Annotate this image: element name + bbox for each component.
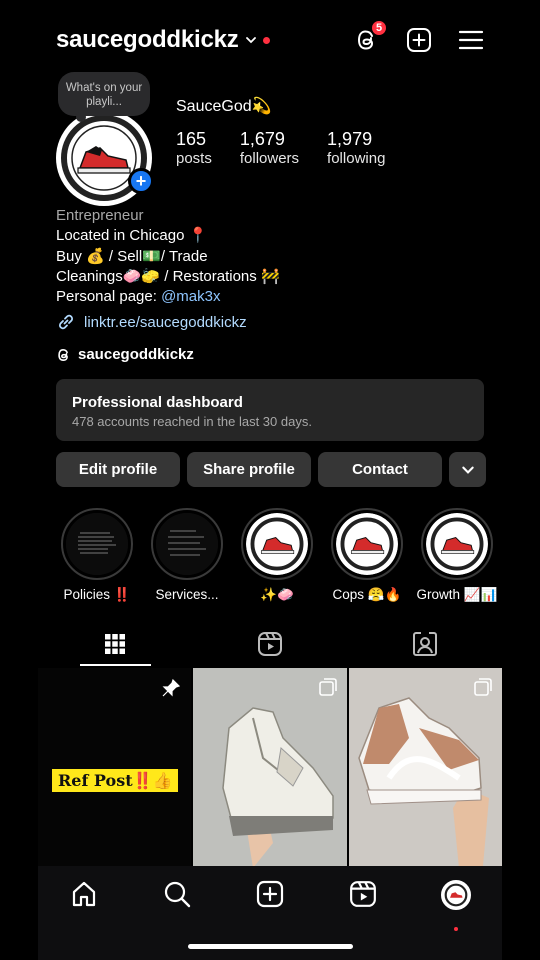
highlight-ring	[61, 508, 133, 580]
profile-avatar	[440, 880, 471, 910]
tab-posts-grid[interactable]	[38, 622, 193, 666]
stat-label: followers	[239, 150, 300, 167]
category-label: Entrepreneur	[56, 207, 144, 224]
highlight-label: Growth 📈📊	[416, 587, 498, 602]
highlight-ring	[331, 508, 403, 580]
dashboard-subtitle: 478 accounts reached in the last 30 days…	[72, 414, 312, 429]
posts-stat[interactable]: 165 posts	[176, 128, 212, 168]
following-stat[interactable]: 1,979 following	[327, 128, 385, 168]
sneaker-photo-grey	[193, 668, 347, 866]
highlight-cover-logo	[246, 513, 308, 575]
highlight-item[interactable]: Growth 📈📊	[412, 508, 502, 603]
stat-value: 1,979	[327, 129, 373, 149]
highlight-cover-dark-text	[66, 513, 128, 575]
highlight-ring	[421, 508, 493, 580]
stat-label: following	[327, 150, 386, 167]
ref-post-label: Ref Post‼️👍	[52, 769, 179, 792]
bio-line: Located in Chicago 📍	[56, 227, 208, 245]
bio-link-text[interactable]: linktr.ee/saucegoddkickz	[84, 314, 247, 331]
threads-profile-link[interactable]: saucegoddkickz	[56, 346, 194, 363]
bio: Entrepreneur Located in Chicago 📍 Buy 💰 …	[56, 206, 280, 307]
highlight-item[interactable]: Policies ‼️	[52, 508, 142, 603]
personal-mention-link[interactable]: @mak3x	[161, 288, 220, 305]
instagram-profile-screen: saucegoddkickz 5 + What's on your playli…	[38, 0, 502, 960]
posts-grid: Ref Post‼️👍	[38, 668, 502, 866]
threads-notification-badge: 5	[370, 19, 388, 37]
bio-line: Cleanings🧼🧽 / Restorations 🚧	[56, 267, 280, 285]
dashboard-title: Professional dashboard	[72, 394, 243, 411]
tagged-icon	[412, 632, 437, 656]
threads-button[interactable]: 5	[352, 19, 388, 55]
profile-avatar-wrap[interactable]: +	[56, 110, 154, 206]
nav-profile[interactable]	[409, 880, 502, 960]
add-story-button[interactable]: +	[128, 168, 154, 194]
menu-icon	[458, 30, 484, 50]
menu-button[interactable]	[456, 25, 486, 55]
edit-profile-button[interactable]: Edit profile	[56, 452, 180, 487]
highlight-cover-logo	[336, 513, 398, 575]
post-thumbnail[interactable]	[193, 668, 347, 866]
tab-reels[interactable]	[193, 622, 348, 666]
stat-value: 165	[176, 129, 207, 149]
highlight-item[interactable]: Cops 😤🔥	[322, 508, 412, 603]
nav-home[interactable]	[38, 880, 131, 960]
profile-tabs	[38, 622, 502, 666]
carousel-icon	[474, 678, 492, 696]
unread-dot	[262, 36, 270, 44]
post-thumbnail[interactable]: Ref Post‼️👍	[38, 668, 192, 866]
highlight-item[interactable]: Services...	[142, 508, 232, 603]
note-bubble[interactable]: What's on your playli...	[58, 72, 150, 122]
chevron-down-icon[interactable]	[245, 34, 257, 46]
home-indicator[interactable]	[188, 944, 353, 949]
contact-button[interactable]: Contact	[318, 452, 442, 487]
bio-line-personal: Personal page: @mak3x	[56, 287, 280, 307]
carousel-icon	[318, 678, 337, 696]
threads-handle: saucegoddkickz	[78, 346, 194, 363]
profile-stats: 165 posts 1,679 followers 1,979 followin…	[176, 128, 413, 168]
highlight-cover-dark-text	[156, 513, 218, 575]
highlight-cover-logo	[426, 513, 488, 575]
post-thumbnail[interactable]	[348, 668, 502, 866]
create-icon	[256, 880, 284, 908]
suggested-accounts-button[interactable]	[449, 452, 486, 487]
highlight-label: Services...	[155, 587, 219, 602]
profile-actions: Edit profile Share profile Contact	[56, 452, 486, 487]
bio-line: Buy 💰 / Sell💵/ Trade	[56, 247, 208, 265]
profile-header: saucegoddkickz 5	[56, 19, 486, 58]
story-highlights: Policies ‼️ Services... ✨🧼 Cops 😤🔥 Growt…	[52, 508, 502, 603]
home-icon	[73, 881, 96, 907]
share-profile-button[interactable]: Share profile	[187, 452, 311, 487]
pin-icon	[162, 678, 181, 697]
highlight-label: Cops 😤🔥	[332, 587, 402, 602]
link-icon	[59, 314, 73, 330]
threads-icon	[58, 348, 68, 361]
sneaker-photo-tan	[348, 668, 502, 866]
new-post-button[interactable]	[404, 25, 434, 55]
highlight-label: Policies ‼️	[63, 587, 131, 602]
chevron-down-icon	[461, 466, 474, 474]
tab-tagged[interactable]	[347, 622, 502, 666]
highlight-ring	[151, 508, 223, 580]
header-actions: 5	[352, 19, 486, 55]
followers-stat[interactable]: 1,679 followers	[240, 128, 299, 168]
highlight-ring	[241, 508, 313, 580]
professional-dashboard[interactable]: Professional dashboard 478 accounts reac…	[56, 379, 484, 441]
search-icon	[165, 881, 191, 908]
reels-icon	[349, 881, 376, 907]
username-switcher[interactable]: saucegoddkickz	[56, 26, 239, 54]
new-post-icon	[407, 28, 431, 52]
unread-dot	[453, 927, 458, 931]
personal-prefix: Personal page:	[56, 288, 162, 306]
highlight-item[interactable]: ✨🧼	[232, 508, 322, 603]
stat-label: posts	[176, 150, 212, 167]
bio-link[interactable]: linktr.ee/saucegoddkickz	[56, 312, 247, 332]
grid-icon	[105, 634, 126, 654]
display-name: SauceGod💫	[176, 98, 272, 115]
highlight-label: ✨🧼	[260, 587, 294, 602]
reels-icon	[258, 632, 282, 656]
stat-value: 1,679	[239, 129, 285, 149]
